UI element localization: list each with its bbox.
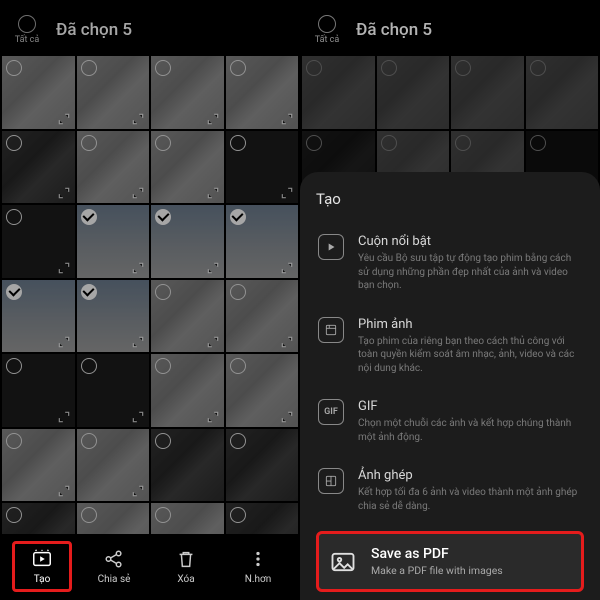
option-title: GIF xyxy=(358,399,582,414)
delete-button[interactable]: Xóa xyxy=(156,548,216,585)
delete-label: Xóa xyxy=(177,574,194,585)
select-all-label: Tất cả xyxy=(315,35,340,45)
thumbnail[interactable] xyxy=(151,205,224,278)
thumbnail[interactable] xyxy=(2,354,75,427)
thumbnail[interactable] xyxy=(77,131,150,204)
thumbnail[interactable] xyxy=(302,56,375,129)
checkmark-icon xyxy=(6,284,22,300)
checkmark-icon xyxy=(81,209,97,225)
more-label: N.hơn xyxy=(245,574,272,585)
share-label: Chia sẻ xyxy=(98,574,131,585)
thumbnail[interactable] xyxy=(226,429,299,502)
pdf-subtitle: Make a PDF file with images xyxy=(371,564,503,577)
thumbnail[interactable] xyxy=(226,205,299,278)
more-button[interactable]: N.hơn xyxy=(228,548,288,585)
selection-title: Đã chọn 5 xyxy=(56,20,132,40)
photo-grid xyxy=(0,54,300,578)
collage-icon xyxy=(318,468,344,494)
create-button[interactable]: Tạo xyxy=(12,541,72,592)
trash-icon xyxy=(175,548,197,570)
thumbnail[interactable] xyxy=(2,131,75,204)
right-screenshot: Tất cả Đã chọn 5 Tạo Cuộn nổi bật Yêu cầ… xyxy=(300,0,600,600)
option-gif[interactable]: GIF GIF Chọn một chuỗi các ảnh và kết hợ… xyxy=(316,387,584,456)
option-save-as-pdf[interactable]: Save as PDF Make a PDF file with images xyxy=(316,531,584,592)
thumbnail[interactable] xyxy=(226,354,299,427)
option-subtitle: Yêu cầu Bộ sưu tập tự động tạo phim bằng… xyxy=(358,252,582,293)
thumbnail[interactable] xyxy=(151,354,224,427)
left-screenshot: Tất cả Đã chọn 5 xyxy=(0,0,300,600)
film-icon xyxy=(318,317,344,343)
bottom-bar: Tạo Chia sẻ Xóa N.hơn xyxy=(0,534,300,600)
sheet-heading: Tạo xyxy=(316,190,584,208)
play-icon xyxy=(318,234,344,260)
option-title: Cuộn nổi bật xyxy=(358,234,582,249)
create-icon xyxy=(31,548,53,570)
select-all-circle-icon xyxy=(318,15,336,33)
option-subtitle: Chọn một chuỗi các ảnh và kết hợp chúng … xyxy=(358,417,582,444)
thumbnail[interactable] xyxy=(151,131,224,204)
select-all-label: Tất cả xyxy=(15,35,40,45)
thumbnail[interactable] xyxy=(2,280,75,353)
thumbnail[interactable] xyxy=(526,56,599,129)
thumbnail[interactable] xyxy=(77,280,150,353)
checkmark-icon xyxy=(155,209,171,225)
option-title: Ảnh ghép xyxy=(358,468,582,483)
thumbnail[interactable] xyxy=(151,56,224,129)
create-label: Tạo xyxy=(34,574,51,585)
thumbnail[interactable] xyxy=(77,56,150,129)
more-icon xyxy=(247,548,269,570)
thumbnail[interactable] xyxy=(151,429,224,502)
checkmark-icon xyxy=(81,284,97,300)
share-icon xyxy=(103,548,125,570)
select-all-button[interactable]: Tất cả xyxy=(8,15,46,45)
option-movie[interactable]: Phim ảnh Tạo phim của riêng bạn theo các… xyxy=(316,305,584,388)
thumbnail[interactable] xyxy=(77,354,150,427)
thumbnail[interactable] xyxy=(2,56,75,129)
checkmark-icon xyxy=(230,209,246,225)
pdf-title: Save as PDF xyxy=(371,546,503,562)
header: Tất cả Đã chọn 5 xyxy=(300,0,600,54)
image-icon xyxy=(329,548,357,576)
thumbnail[interactable] xyxy=(77,429,150,502)
header: Tất cả Đã chọn 5 xyxy=(0,0,300,54)
thumbnail[interactable] xyxy=(77,205,150,278)
option-collage[interactable]: Ảnh ghép Kết hợp tối đa 6 ảnh và video t… xyxy=(316,456,584,525)
thumbnail[interactable] xyxy=(2,429,75,502)
option-subtitle: Tạo phim của riêng bạn theo cách thủ côn… xyxy=(358,335,582,376)
share-button[interactable]: Chia sẻ xyxy=(84,548,144,585)
thumbnail[interactable] xyxy=(151,280,224,353)
create-sheet: Tạo Cuộn nổi bật Yêu cầu Bộ sưu tập tự đ… xyxy=(300,172,600,600)
option-title: Phim ảnh xyxy=(358,317,582,332)
thumbnail[interactable] xyxy=(451,56,524,129)
select-all-circle-icon xyxy=(18,15,36,33)
select-all-button[interactable]: Tất cả xyxy=(308,15,346,45)
thumbnail[interactable] xyxy=(226,131,299,204)
thumbnail[interactable] xyxy=(2,205,75,278)
option-subtitle: Kết hợp tối đa 6 ảnh và video thành một … xyxy=(358,486,582,513)
option-highlight-reel[interactable]: Cuộn nổi bật Yêu cầu Bộ sưu tập tự động … xyxy=(316,222,584,305)
thumbnail[interactable] xyxy=(226,56,299,129)
thumbnail[interactable] xyxy=(377,56,450,129)
thumbnail[interactable] xyxy=(226,280,299,353)
gif-icon: GIF xyxy=(318,399,344,425)
selection-title: Đã chọn 5 xyxy=(356,20,432,40)
